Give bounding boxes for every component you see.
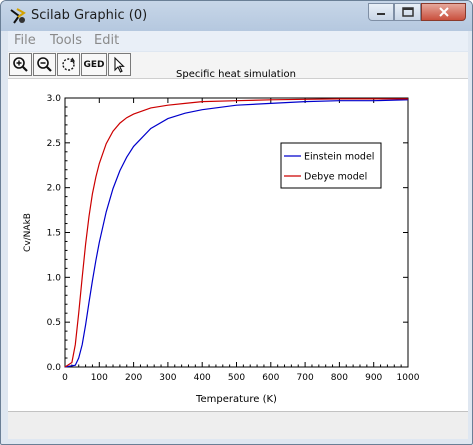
x-tick-label: 0	[62, 373, 68, 383]
y-tick-label: 0.5	[47, 318, 61, 328]
x-tick-label: 800	[331, 373, 348, 383]
menu-tools[interactable]: Tools	[50, 33, 82, 48]
rotate-icon	[62, 57, 76, 71]
title-bar[interactable]: Scilab Graphic (0)	[1, 1, 472, 31]
minimize-button[interactable]	[368, 3, 394, 21]
close-button[interactable]	[421, 3, 466, 21]
y-tick-label: 1.5	[47, 229, 61, 239]
scilab-graphic-window: Scilab Graphic (0) File Tools Edit GED S…	[0, 0, 473, 445]
y-axis-label: Cv/NAkB	[23, 213, 33, 252]
menu-bar: File Tools Edit	[8, 31, 468, 51]
ged-label: GED	[83, 59, 105, 70]
zoom-in-icon	[13, 57, 28, 72]
pointer-icon	[114, 56, 125, 73]
x-tick-label: 700	[297, 373, 314, 383]
maximize-button[interactable]	[394, 3, 421, 21]
menu-edit[interactable]: Edit	[94, 33, 119, 48]
x-tick-label: 100	[91, 373, 108, 383]
maximize-icon	[401, 7, 414, 17]
x-axis-label: Temperature (K)	[195, 394, 277, 405]
x-tick-label: 500	[228, 373, 245, 383]
y-tick-label: 0.0	[47, 363, 62, 373]
status-bar	[8, 411, 468, 439]
specific-heat-chart: Specific heat simulation 0 100 200 300 400 50…	[23, 69, 420, 405]
x-tick-label: 300	[159, 373, 176, 383]
zoom-in-button[interactable]	[9, 53, 32, 76]
ged-button[interactable]: GED	[81, 53, 107, 76]
y-tick-label: 1.0	[47, 273, 62, 283]
x-tick-label: 900	[365, 373, 382, 383]
x-tick-label: 1000	[397, 373, 420, 383]
plot-frame	[64, 97, 409, 368]
y-tick-label: 3.0	[47, 94, 62, 104]
x-tick-label: 400	[194, 373, 211, 383]
y-tick-label: 2.5	[47, 139, 61, 149]
x-tick-label: 600	[262, 373, 279, 383]
scilab-app-icon	[10, 8, 26, 24]
debye-model-line	[64, 98, 408, 368]
plot-canvas[interactable]: Specific heat simulation 0 100 200 300 400 50…	[8, 69, 468, 412]
zoom-out-button[interactable]	[33, 53, 56, 76]
legend-label: Debye model	[304, 172, 367, 183]
einstein-model-line	[64, 99, 409, 368]
chart-title: Specific heat simulation	[176, 69, 296, 80]
menu-file[interactable]: File	[14, 33, 36, 48]
y-tick-label: 2.0	[47, 184, 62, 194]
x-tick-label: 200	[125, 373, 142, 383]
zoom-out-icon	[37, 57, 52, 72]
rotate-button[interactable]	[57, 53, 80, 76]
close-icon	[438, 7, 449, 17]
window-title: Scilab Graphic (0)	[31, 8, 148, 23]
select-button[interactable]	[108, 53, 131, 76]
minimize-icon	[377, 13, 385, 15]
legend-label: Einstein model	[304, 152, 374, 163]
